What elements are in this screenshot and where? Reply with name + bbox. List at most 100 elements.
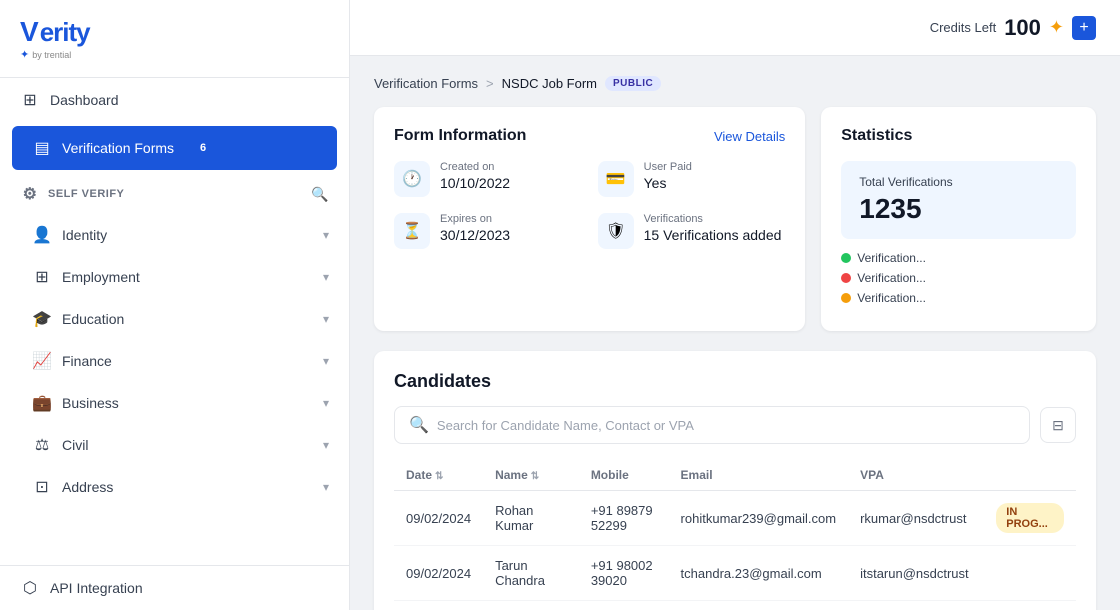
row-vpa: rkumar@nsdctrust xyxy=(848,491,984,546)
legend-label-1: Verification... xyxy=(857,271,926,285)
breadcrumb-current: NSDC Job Form xyxy=(502,76,597,91)
row-name: Rohan Kumar xyxy=(483,491,579,546)
address-label: Address xyxy=(62,479,113,495)
row-email: iamtanu@gmail.com xyxy=(669,601,849,610)
sidebar: V erity ✦ by trential ⊞ Dashboard ▤ Veri… xyxy=(0,0,350,610)
verification-forms-label: Verification Forms xyxy=(62,140,174,156)
sidebar-item-education[interactable]: 🎓 Education ▾ xyxy=(0,298,349,340)
search-input-wrapper: 🔍 xyxy=(394,406,1030,444)
sidebar-item-address[interactable]: ⊡ Address ▾ xyxy=(0,466,349,508)
verification-forms-count: 6 xyxy=(192,140,214,156)
table-row: 09/02/2024 Tarun Chandra +91 98002 39020… xyxy=(394,546,1076,601)
sidebar-item-business[interactable]: 💼 Business ▾ xyxy=(0,382,349,424)
main-content: Credits Left 100 ✦ + Verification Forms … xyxy=(350,0,1120,610)
education-chevron: ▾ xyxy=(323,312,329,326)
education-label: Education xyxy=(62,311,124,327)
legend-label-2: Verification... xyxy=(857,291,926,305)
employment-icon: ⊞ xyxy=(32,267,52,287)
logo-text: erity xyxy=(40,17,90,48)
address-icon: ⊡ xyxy=(32,477,52,497)
row-vpa: itstarun@nsdctrust xyxy=(848,546,984,601)
api-integration-label: API Integration xyxy=(50,580,143,596)
table-row: 09/02/2024 Rohan Kumar +91 89879 52299 r… xyxy=(394,491,1076,546)
user-paid-value: Yes xyxy=(644,175,692,191)
row-status xyxy=(984,546,1076,601)
api-icon: ⬡ xyxy=(20,578,40,598)
legend-item-0: Verification... xyxy=(841,251,1076,265)
civil-label: Civil xyxy=(62,437,88,453)
col-name: Name⇅ xyxy=(483,460,579,491)
add-credits-button[interactable]: + xyxy=(1072,16,1096,40)
total-verifications-value: 1235 xyxy=(859,193,1058,225)
col-email: Email xyxy=(669,460,849,491)
sidebar-item-api-integration[interactable]: ⬡ API Integration xyxy=(0,565,349,610)
self-verify-search-icon[interactable]: 🔍 xyxy=(311,186,329,203)
breadcrumb-separator: > xyxy=(486,76,494,91)
row-vpa: iamtanu@nsdctrust xyxy=(848,601,984,610)
expires-on-value: 30/12/2023 xyxy=(440,227,510,243)
statistics-header: Statistics xyxy=(841,127,1076,145)
candidates-card: Candidates 🔍 ⊟ Date⇅ Name⇅ Mobile Email … xyxy=(374,351,1096,610)
address-chevron: ▾ xyxy=(323,480,329,494)
forms-icon: ▤ xyxy=(32,138,52,158)
sidebar-item-identity[interactable]: 👤 Identity ▾ xyxy=(0,214,349,256)
breadcrumb: Verification Forms > NSDC Job Form PUBLI… xyxy=(374,76,1096,91)
table-row: 09/02/2024 Tanushree +91 97328 94002 iam… xyxy=(394,601,1076,610)
col-vpa: VPA xyxy=(848,460,984,491)
user-paid-icon: 💳 xyxy=(598,161,634,197)
statistics-card: Statistics Total Verifications 1235 Veri… xyxy=(821,107,1096,331)
credits-area: Credits Left 100 ✦ + xyxy=(930,15,1096,41)
legend-item-2: Verification... xyxy=(841,291,1076,305)
sidebar-item-dashboard[interactable]: ⊞ Dashboard xyxy=(0,78,349,122)
identity-icon: 👤 xyxy=(32,225,52,245)
cards-row: Form Information View Details 🕐 Created … xyxy=(374,107,1096,331)
form-info-title: Form Information xyxy=(394,127,526,145)
expires-on-item: ⏳ Expires on 30/12/2023 xyxy=(394,213,582,249)
candidates-table: Date⇅ Name⇅ Mobile Email VPA 09/02/2024 … xyxy=(394,460,1076,610)
search-input[interactable] xyxy=(437,418,1015,433)
sidebar-item-finance[interactable]: 📈 Finance ▾ xyxy=(0,340,349,382)
self-verify-icon: ⚙ xyxy=(20,184,40,204)
logo-v: V xyxy=(20,16,39,48)
row-mobile: +91 97328 94002 xyxy=(579,601,669,610)
user-paid-label: User Paid xyxy=(644,161,692,173)
sidebar-item-employment[interactable]: ⊞ Employment ▾ xyxy=(0,256,349,298)
row-status: IN PROG... xyxy=(984,491,1076,546)
verifications-label: Verifications xyxy=(644,213,782,225)
row-email: rohitkumar239@gmail.com xyxy=(669,491,849,546)
finance-label: Finance xyxy=(62,353,112,369)
verifications-item: 🛡 Verifications 15 Verifications added xyxy=(598,213,786,249)
dashboard-label: Dashboard xyxy=(50,92,119,108)
logo-area: V erity ✦ by trential xyxy=(0,0,349,78)
row-email: tchandra.23@gmail.com xyxy=(669,546,849,601)
form-info-grid: 🕐 Created on 10/10/2022 💳 User Paid Yes xyxy=(394,161,785,249)
credits-value: 100 xyxy=(1004,15,1041,41)
dot-green xyxy=(841,253,851,263)
business-icon: 💼 xyxy=(32,393,52,413)
page-body: Verification Forms > NSDC Job Form PUBLI… xyxy=(350,56,1120,610)
business-chevron: ▾ xyxy=(323,396,329,410)
statistics-title: Statistics xyxy=(841,127,912,145)
identity-label: Identity xyxy=(62,227,107,243)
civil-icon: ⚖ xyxy=(32,435,52,455)
employment-label: Employment xyxy=(62,269,140,285)
col-status xyxy=(984,460,1076,491)
row-date: 09/02/2024 xyxy=(394,491,483,546)
verifications-icon: 🛡 xyxy=(598,213,634,249)
sidebar-item-civil[interactable]: ⚖ Civil ▾ xyxy=(0,424,349,466)
candidates-title: Candidates xyxy=(394,371,1076,392)
finance-chevron: ▾ xyxy=(323,354,329,368)
row-date: 09/02/2024 xyxy=(394,546,483,601)
user-paid-item: 💳 User Paid Yes xyxy=(598,161,786,197)
identity-chevron: ▾ xyxy=(323,228,329,242)
view-details-link[interactable]: View Details xyxy=(714,129,785,144)
breadcrumb-parent[interactable]: Verification Forms xyxy=(374,76,478,91)
civil-chevron: ▾ xyxy=(323,438,329,452)
col-date: Date⇅ xyxy=(394,460,483,491)
self-verify-header: ⚙ SELF VERIFY 🔍 xyxy=(0,174,349,214)
sidebar-item-verification-forms[interactable]: ▤ Verification Forms 6 xyxy=(12,126,337,170)
filter-button[interactable]: ⊟ xyxy=(1040,407,1076,443)
total-verifications-label: Total Verifications xyxy=(859,175,1058,189)
expires-on-icon: ⏳ xyxy=(394,213,430,249)
table-header-row: Date⇅ Name⇅ Mobile Email VPA xyxy=(394,460,1076,491)
